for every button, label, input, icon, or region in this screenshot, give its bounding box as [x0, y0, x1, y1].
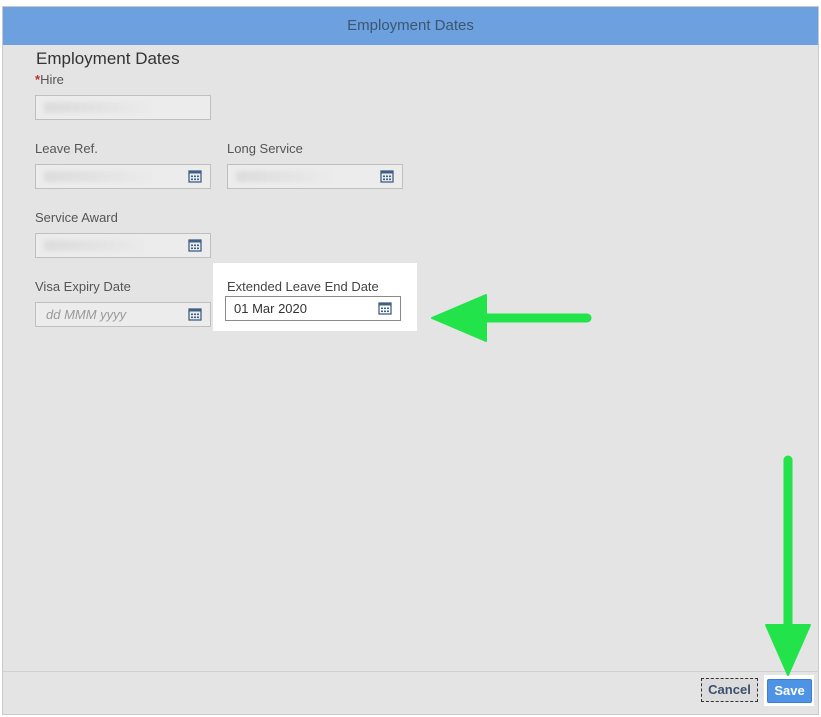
calendar-icon[interactable] — [188, 238, 202, 252]
long-service-date-field[interactable] — [227, 164, 403, 189]
extended-leave-end-date-field[interactable]: 01 Mar 2020 — [225, 296, 401, 321]
calendar-icon[interactable] — [188, 169, 202, 183]
hire-label: *Hire — [35, 72, 64, 87]
dialog-title: Employment Dates — [347, 17, 474, 34]
service-award-date-field[interactable] — [35, 233, 211, 258]
dialog-header: Employment Dates — [3, 7, 818, 45]
long-service-label: Long Service — [227, 141, 303, 156]
save-button[interactable]: Save — [767, 679, 812, 703]
visa-expiry-label: Visa Expiry Date — [35, 279, 131, 294]
cancel-button[interactable]: Cancel — [701, 678, 758, 702]
leave-ref-date-field[interactable] — [35, 164, 211, 189]
extended-leave-end-label: Extended Leave End Date — [227, 279, 379, 294]
extended-leave-end-value: 01 Mar 2020 — [234, 301, 307, 316]
form-section-title: Employment Dates — [36, 49, 180, 68]
visa-expiry-date-field[interactable]: dd MMM yyyy — [35, 302, 211, 327]
hire-date-field[interactable] — [35, 95, 211, 120]
hire-label-text: Hire — [40, 72, 64, 87]
service-award-label: Service Award — [35, 210, 118, 225]
footer-divider — [2, 671, 819, 672]
calendar-icon[interactable] — [380, 169, 394, 183]
calendar-icon[interactable] — [378, 301, 392, 315]
leave-ref-label: Leave Ref. — [35, 141, 98, 156]
calendar-icon[interactable] — [188, 307, 202, 321]
visa-expiry-placeholder: dd MMM yyyy — [46, 307, 127, 322]
